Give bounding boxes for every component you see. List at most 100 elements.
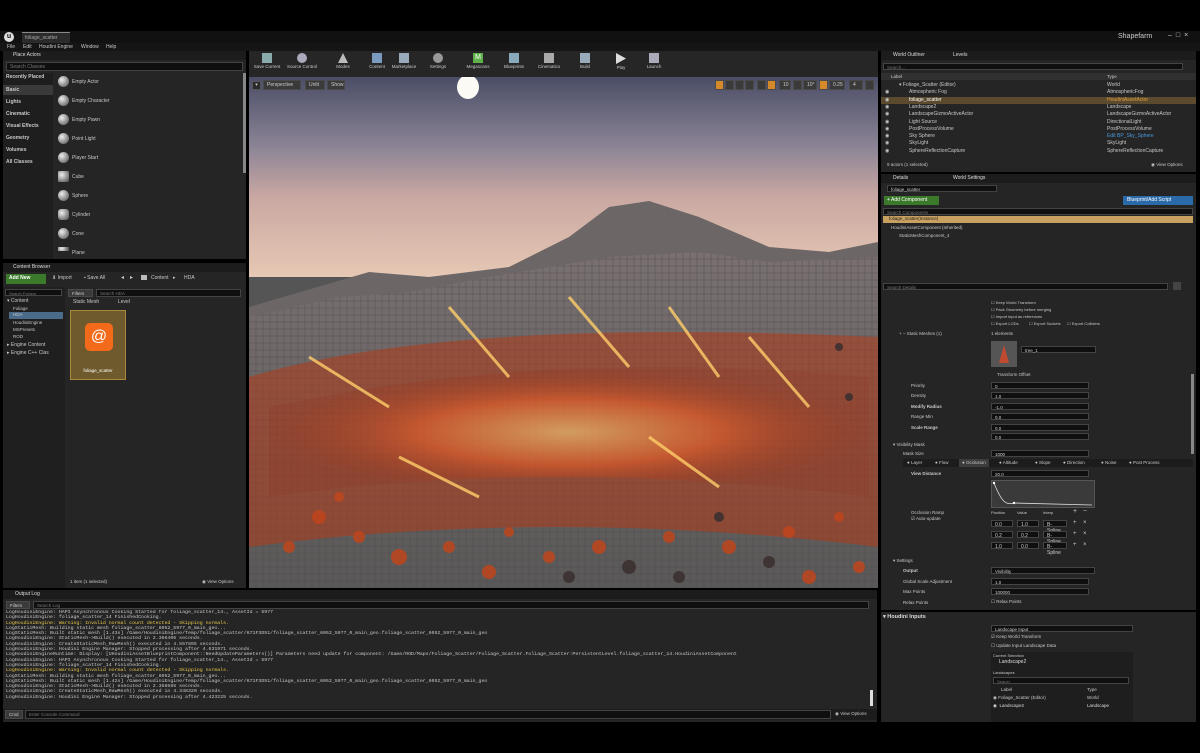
perspective-button[interactable]: Perspective	[263, 80, 301, 90]
window-controls[interactable]: –□×	[1168, 32, 1192, 39]
checkbox-pack-geometry[interactable]: ☐ Pack Geometry before merging	[991, 307, 1051, 312]
outliner-row[interactable]: ◉ Sky Sphere Edit BP_Sky_Sphere	[881, 133, 1196, 140]
blueprints-button[interactable]: Blueprints	[499, 52, 529, 76]
add-new-button[interactable]: Add New	[6, 274, 46, 284]
ramp-delete-icon[interactable]: ×	[1083, 520, 1087, 526]
view-distance-field[interactable]: 20.0	[991, 470, 1089, 477]
mask-tab-direction[interactable]: ● Direction	[1063, 460, 1085, 465]
category-cinematic[interactable]: Cinematic	[6, 111, 30, 117]
breadcrumb-hda[interactable]: HDA	[184, 275, 195, 281]
ramp-value-field[interactable]: 1.0	[1017, 520, 1039, 528]
visibility-eye-icon[interactable]: ◉	[885, 133, 889, 139]
visibility-eye-icon[interactable]: ◉	[885, 111, 889, 117]
ramp-interp-select[interactable]: B-Spline	[1043, 542, 1067, 556]
tree-mspresets[interactable]: MSPresets	[13, 327, 35, 332]
settings-button[interactable]: Settings	[425, 52, 451, 76]
level-viewport[interactable]: ▾ Perspective Unlit Show 10 10° 0.25 4	[249, 77, 878, 588]
place-item-point-light[interactable]: Point Light	[55, 130, 240, 148]
modes-button[interactable]: Modes	[331, 52, 355, 76]
density-field[interactable]: 1.0	[991, 392, 1089, 399]
place-item-player-start[interactable]: Player Start	[55, 149, 240, 167]
content-button[interactable]: Content	[365, 52, 389, 76]
place-item-cylinder[interactable]: Cylinder	[55, 206, 240, 224]
rotate-icon[interactable]	[735, 80, 744, 90]
tab-details[interactable]: Details	[893, 175, 908, 181]
level-tab[interactable]: foliage_scatter	[22, 32, 70, 43]
place-item-plane[interactable]: Plane	[55, 244, 240, 259]
details-view-options-icon[interactable]	[1173, 282, 1181, 290]
tab-static-mesh[interactable]: Static Mesh	[73, 299, 99, 305]
mask-tab-altitude[interactable]: ● Altitude	[999, 460, 1018, 465]
visibility-eye-icon[interactable]: ◉	[885, 104, 889, 110]
ramp-delete-icon[interactable]: ×	[1083, 531, 1087, 537]
ramp-insert-icon[interactable]: +	[1073, 531, 1077, 537]
ramp-position-field[interactable]: 0.2	[991, 531, 1013, 539]
cinematics-button[interactable]: Cinematics	[533, 52, 565, 76]
menu-file[interactable]: File	[7, 44, 15, 50]
select-mode-icon[interactable]	[715, 80, 724, 90]
outliner-row[interactable]: ◉ Light Source DirectionalLight	[881, 119, 1196, 126]
mask-tab-occlusion[interactable]: ● Occlusion	[959, 459, 989, 467]
outliner-row[interactable]: ▾ Foliage_Scatter (Editor) World	[881, 82, 1196, 89]
menu-edit[interactable]: Edit	[23, 44, 32, 50]
outliner-row[interactable]: ◉ Landscape2 Landscape	[881, 104, 1196, 111]
outliner-search-input[interactable]: Search...	[883, 63, 1183, 70]
scale-snap-icon[interactable]	[819, 80, 828, 90]
tree-foliage[interactable]: Foliage	[13, 306, 28, 311]
category-lights[interactable]: Lights	[6, 99, 21, 105]
show-button[interactable]: Show	[327, 80, 345, 90]
search-folders-input[interactable]: Search Folders	[5, 289, 62, 296]
tree-hda[interactable]: HDA	[9, 312, 63, 319]
modify-radius-field[interactable]: -1.0	[991, 403, 1089, 410]
tab-level[interactable]: Level	[118, 299, 130, 305]
surface-snap-icon[interactable]	[767, 80, 776, 90]
category-volumes[interactable]: Volumes	[6, 147, 26, 153]
outliner-row[interactable]: ◉ SkyLight SkyLight	[881, 140, 1196, 147]
search-components-input[interactable]: Search Components	[883, 208, 1193, 215]
asset-tile-foliage-scatter[interactable]: @ foliage_scatter	[70, 310, 126, 380]
viewport-options-button[interactable]: ▾	[252, 81, 261, 90]
landscape-row[interactable]: ◉ Foliage_Scatter (Editor) World	[993, 695, 1129, 701]
scale-range-field[interactable]: 0.0	[991, 424, 1089, 431]
tree-rod[interactable]: ROD	[13, 334, 23, 339]
back-icon[interactable]: ◂	[121, 274, 124, 281]
tab-world-settings[interactable]: World Settings	[953, 175, 985, 181]
keep-world-transform-checkbox[interactable]: ☑ Keep World Transform	[991, 634, 1041, 640]
place-item-sphere[interactable]: Sphere	[55, 187, 240, 205]
outliner-row-selected[interactable]: ◉ foliage_scatter HoudiniAssetActor	[881, 96, 1196, 104]
relax-points-checkbox[interactable]: ☐ Relax Points	[991, 599, 1022, 605]
category-all-classes[interactable]: All Classes	[6, 159, 33, 165]
mask-tab-layer[interactable]: ● Layer	[907, 460, 922, 465]
category-geometry[interactable]: Geometry	[6, 135, 29, 141]
place-item-empty-actor[interactable]: Empty Actor	[55, 73, 240, 91]
outliner-row[interactable]: ◉ LandscapeGizmoActiveActor LandscapeGizmo…	[881, 111, 1196, 118]
camera-speed-value[interactable]: 4	[849, 80, 863, 90]
scale-snap-value[interactable]: 0.25	[829, 80, 845, 90]
import-button[interactable]: ⬇ Import	[51, 274, 73, 282]
landscape-search-input[interactable]: Search	[993, 677, 1129, 684]
outliner-row[interactable]: ◉ SphereReflectionCapture SphereReflection…	[881, 148, 1196, 155]
ramp-interp-select[interactable]: B-Spline	[1043, 531, 1067, 545]
landscape-row[interactable]: ◉ Landscape2 Landscape	[993, 703, 1129, 709]
scale-range-max-field[interactable]: 0.0	[991, 433, 1089, 440]
mask-size-field[interactable]: 1000	[991, 450, 1089, 457]
ramp-value-field[interactable]: 0.0	[1017, 542, 1039, 550]
checkbox-export-colliders[interactable]: ☐ Export Colliders	[1067, 321, 1100, 326]
rotation-snap-icon[interactable]	[793, 80, 802, 90]
log-filters-button[interactable]: Filters	[6, 601, 30, 609]
log-view-options[interactable]: ◉ View Options	[835, 711, 867, 717]
search-details-input[interactable]: Search Details	[883, 283, 1168, 290]
mask-tab-slope[interactable]: ● Slope	[1035, 460, 1050, 465]
component-houdini-asset[interactable]: HoudiniAssetComponent (Inherited)	[891, 225, 963, 230]
mask-tab-post-process[interactable]: ● Post Process	[1129, 460, 1159, 465]
global-scale-field[interactable]: 1.0	[991, 578, 1089, 585]
tree-content[interactable]: ▾ Content	[7, 298, 28, 304]
world-local-icon[interactable]	[757, 80, 766, 90]
unlit-button[interactable]: Unlit	[305, 80, 325, 90]
search-hda-input[interactable]: Search HDA	[96, 289, 241, 297]
checkbox-export-sockets[interactable]: ☐ Export Sockets	[1029, 321, 1061, 326]
priority-field[interactable]: 0	[991, 382, 1089, 389]
add-component-button[interactable]: + Add Component	[884, 196, 939, 205]
checkbox-keep-world-transform[interactable]: ☐ Keep World Transform	[991, 300, 1036, 305]
update-landscape-checkbox[interactable]: ☐ Update Input Landscape Data	[991, 643, 1056, 649]
